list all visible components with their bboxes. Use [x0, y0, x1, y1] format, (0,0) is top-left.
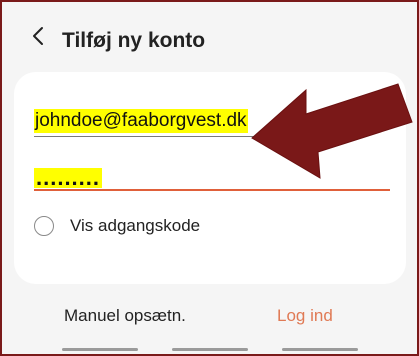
- manual-setup-button[interactable]: Manuel opsætn.: [64, 306, 186, 326]
- app-header: Tilføj ny konto: [2, 2, 417, 64]
- back-chevron-icon[interactable]: [30, 26, 48, 46]
- page-title: Tilføj ny konto: [62, 29, 206, 52]
- login-button[interactable]: Log ind: [277, 306, 333, 326]
- nav-indicator-center: [172, 348, 248, 351]
- arrow-annotation-icon: [251, 83, 413, 179]
- email-field[interactable]: johndoe@faaborgvest.dk: [34, 108, 272, 137]
- nav-indicator-left: [62, 348, 138, 351]
- show-password-toggle[interactable]: Vis adgangskode: [34, 214, 200, 238]
- password-value: .........: [34, 165, 103, 190]
- show-password-label: Vis adgangskode: [70, 216, 201, 235]
- password-underline: [34, 189, 390, 191]
- show-password-radio[interactable]: [34, 216, 54, 236]
- nav-indicator-right: [282, 348, 358, 351]
- screenshot-frame: Tilføj ny konto johndoe@faaborgvest.dk .…: [0, 0, 419, 356]
- email-value: johndoe@faaborgvest.dk: [34, 109, 248, 133]
